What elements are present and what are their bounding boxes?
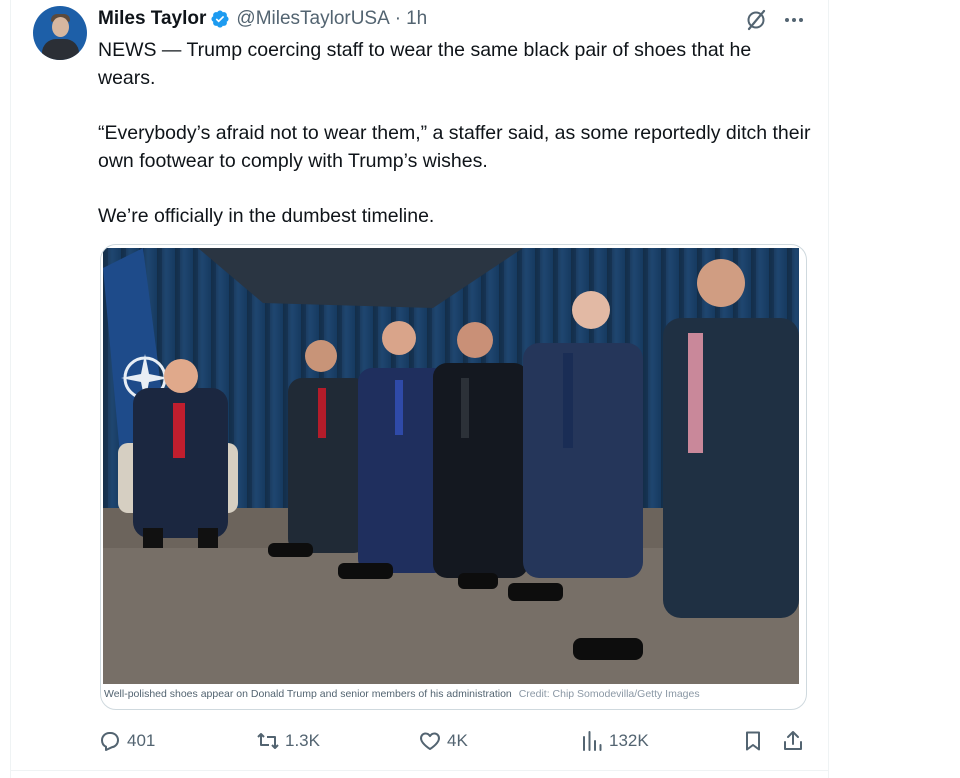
tweet-header: Miles Taylor @MilesTaylorUSA · 1h [98,6,427,32]
views-count: 132K [609,731,649,750]
timeline-left-border [10,0,11,778]
media-caption: Well-polished shoes appear on Donald Tru… [104,688,700,700]
tweet-paragraph: “Everybody’s afraid not to wear them,” a… [98,122,811,172]
share-button[interactable] [781,728,810,754]
grok-icon[interactable] [744,8,768,32]
share-icon [784,731,802,750]
caption-text: Well-polished shoes appear on Donald Tru… [104,688,512,700]
views-button[interactable]: 132K [580,728,649,754]
media-photo[interactable] [103,248,799,684]
retweet-count: 1.3K [285,731,320,750]
photo-credit: Credit: Chip Somodevilla/Getty Images [518,688,700,700]
tweet-paragraph: NEWS — Trump coercing staff to wear the … [98,39,752,89]
reply-icon [101,732,119,751]
bookmark-icon [746,731,760,751]
tweet-media[interactable]: Well-polished shoes appear on Donald Tru… [100,244,807,710]
tweet-paragraph: We’re officially in the dumbest timeline… [98,205,435,227]
verified-badge-icon[interactable] [210,9,230,29]
avatar-head [52,17,69,37]
like-button[interactable]: 4K [418,728,468,754]
header-separator: · [394,8,402,29]
tweet-divider [10,770,828,771]
avatar[interactable] [33,6,87,60]
reply-count: 401 [127,731,156,750]
heart-icon [420,732,440,750]
reply-button[interactable]: 401 [98,728,155,754]
retweet-button[interactable]: 1.3K [256,728,320,754]
more-options-icon[interactable] [782,8,806,32]
timeline-right-border [828,0,829,778]
retweet-icon [257,733,279,749]
tweet-text: NEWS — Trump coercing staff to wear the … [98,36,813,257]
author-name[interactable]: Miles Taylor [98,8,206,30]
views-icon [583,731,602,751]
bookmark-button[interactable] [741,728,770,754]
avatar-body [42,39,79,60]
author-handle[interactable]: @MilesTaylorUSA [236,8,389,30]
tweet-timestamp[interactable]: 1h [406,8,427,30]
like-count: 4K [447,731,468,750]
